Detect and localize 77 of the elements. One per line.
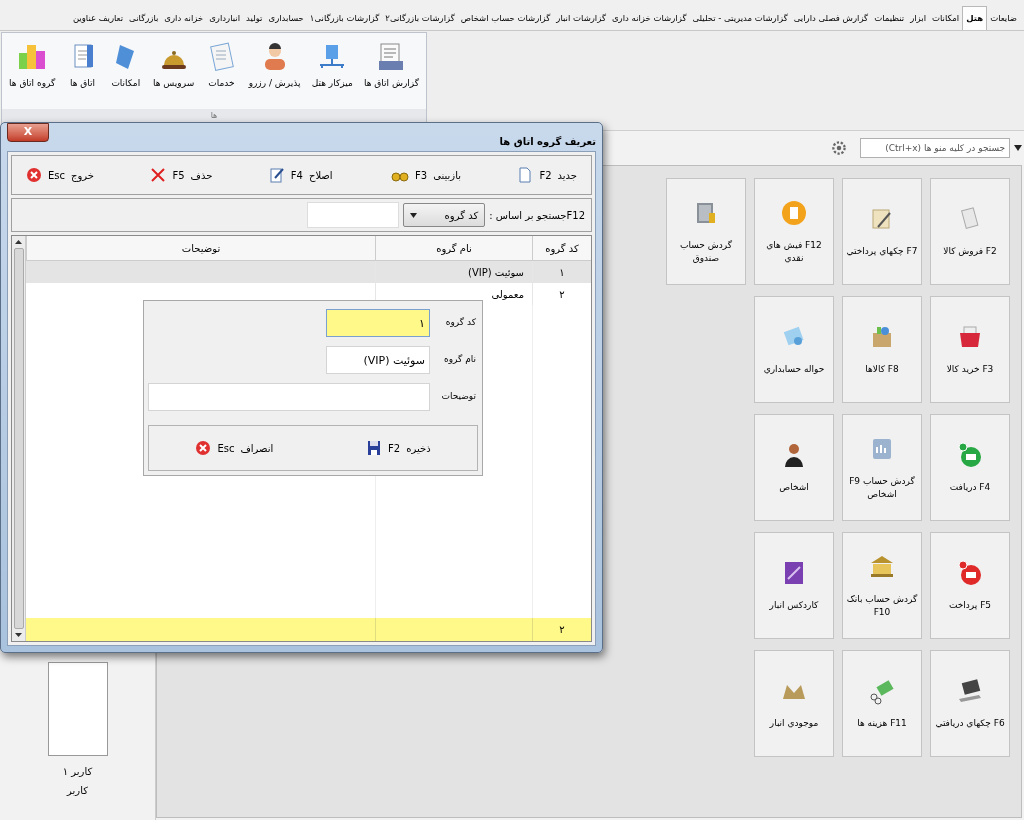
shortcut-tile[interactable]: حواله حسابداري bbox=[754, 296, 834, 403]
menu-tab[interactable]: گزارشات بازرگانی۲ bbox=[382, 6, 458, 30]
menu-tab[interactable]: تولید bbox=[243, 6, 266, 30]
shortcut-tile[interactable]: اشخاص bbox=[754, 414, 834, 521]
column-header[interactable]: نام گروه bbox=[375, 236, 532, 260]
ribbon-button[interactable]: امکانات bbox=[106, 41, 145, 109]
menu-tab[interactable]: گزارشات خزانه داری bbox=[608, 6, 690, 30]
menu-tab[interactable]: تنظیمات bbox=[871, 6, 908, 30]
scissors-icon bbox=[868, 677, 896, 705]
column-header[interactable]: کد گروه bbox=[532, 236, 591, 260]
menu-tab[interactable]: ابزار bbox=[907, 6, 929, 30]
search-by-label: F12جستجو بر اساس : bbox=[489, 208, 585, 223]
shortcut-tile[interactable]: F2 فروش کالا bbox=[930, 178, 1010, 285]
scrollbar[interactable] bbox=[12, 236, 26, 641]
delete-icon bbox=[150, 167, 167, 183]
field-label: نام گروه bbox=[443, 353, 476, 367]
money-icon bbox=[956, 559, 984, 587]
menu-tab[interactable]: انبارداری bbox=[206, 6, 244, 30]
caret-icon bbox=[410, 212, 418, 218]
shortcut-tile[interactable]: F12 فيش هاي نقدي bbox=[754, 178, 834, 285]
money-icon bbox=[956, 441, 984, 469]
menu-tab[interactable]: گزارشات مدیریتی - تحلیلی bbox=[689, 6, 791, 30]
search-field[interactable] bbox=[307, 202, 400, 228]
input-field[interactable] bbox=[148, 383, 430, 411]
menu-tab[interactable]: گزارشات بازرگانی۱ bbox=[306, 6, 383, 30]
ribbon-group-label: ها bbox=[210, 110, 218, 122]
field-label: توضیحات bbox=[440, 390, 476, 404]
scroll-down-icon[interactable] bbox=[15, 633, 22, 637]
menu-tab[interactable]: گزارشات انبار bbox=[553, 6, 609, 30]
ribbon-button[interactable]: اتاق ها bbox=[63, 41, 102, 109]
user-role: کاربر bbox=[67, 784, 88, 798]
menu-tab[interactable]: گزارشات حساب اشخاص bbox=[457, 6, 554, 30]
shortcut-tile[interactable]: F3 خريد کالا bbox=[930, 296, 1010, 403]
settings-icon bbox=[830, 139, 848, 157]
input-field[interactable]: سوئیت (VIP) bbox=[326, 346, 430, 374]
shortcut-tile[interactable]: گردش حساب F9 اشخاص bbox=[842, 414, 922, 521]
shortcut-tile[interactable]: F11 هزينه ها bbox=[842, 650, 922, 757]
shortcut-tile[interactable]: F4 دريافت bbox=[930, 414, 1010, 521]
ribbon-button[interactable]: سرویس ها bbox=[150, 41, 198, 109]
ribbon-button[interactable]: پذیرش / رزرو bbox=[245, 41, 304, 109]
shortcut-tile[interactable]: F6 چکهاي دريافتي bbox=[930, 650, 1010, 757]
ribbon-button[interactable]: میزکار هتل bbox=[308, 41, 356, 109]
shortcut-tile[interactable]: F5 پرداخت bbox=[930, 532, 1010, 639]
user-name: کاربر ۱ bbox=[62, 765, 93, 779]
menu-tab[interactable]: هتل bbox=[962, 6, 988, 30]
shortcut-tile[interactable]: گردش حساب صندوق bbox=[666, 178, 746, 285]
laptop-icon bbox=[956, 677, 984, 705]
shortcut-tile[interactable]: F8 کالاها bbox=[842, 296, 922, 403]
shortcut-tile[interactable]: F7 چکهاي پرداختي bbox=[842, 178, 922, 285]
edit-icon bbox=[268, 167, 285, 183]
table-cell: ۲ bbox=[532, 283, 591, 305]
cancel-icon bbox=[26, 167, 42, 183]
shortcut-tile[interactable]: کاردکس انبار bbox=[754, 532, 834, 639]
table-row[interactable]: ۱ سوئیت (VIP) bbox=[26, 261, 591, 283]
menu-search-field[interactable]: جستجو در کلیه منو ها (Ctrl+x) bbox=[860, 138, 1010, 158]
menu-tab[interactable]: امکانات bbox=[929, 6, 963, 30]
dialog-title: تعریف گروه اتاق ها bbox=[499, 134, 596, 149]
menu-tab[interactable]: ضایعات bbox=[987, 6, 1020, 30]
footer-count: ۲ bbox=[532, 618, 591, 641]
search-by-dropdown[interactable]: کد گروه bbox=[403, 203, 486, 227]
menu-tab[interactable]: خزانه داری bbox=[161, 6, 207, 30]
menu-tab[interactable]: حسابداری bbox=[265, 6, 307, 30]
save-icon bbox=[366, 440, 383, 456]
input-field[interactable]: ۱ bbox=[326, 309, 430, 337]
menu-tab[interactable]: بازرگانی bbox=[126, 6, 162, 30]
field-label: کد گروه bbox=[444, 316, 476, 330]
scroll-up-icon[interactable] bbox=[15, 240, 22, 244]
cancel-icon bbox=[195, 440, 212, 456]
ribbon-button[interactable]: گروه اتاق ها bbox=[6, 41, 59, 109]
menu-tab[interactable]: گزارش فصلی دارایی bbox=[790, 6, 872, 30]
receipt-icon bbox=[780, 198, 808, 227]
shortcut-tile[interactable]: موجودي انبار bbox=[754, 650, 834, 757]
page-icon bbox=[517, 167, 534, 183]
ribbon-button[interactable]: گزارش اتاق ها bbox=[360, 41, 422, 109]
menu-tab[interactable]: تعاریف عناوین bbox=[69, 6, 127, 30]
ribbon-button[interactable]: خدمات bbox=[202, 41, 241, 109]
shortcut-tile[interactable]: گردش حساب بانک F10 bbox=[842, 532, 922, 639]
